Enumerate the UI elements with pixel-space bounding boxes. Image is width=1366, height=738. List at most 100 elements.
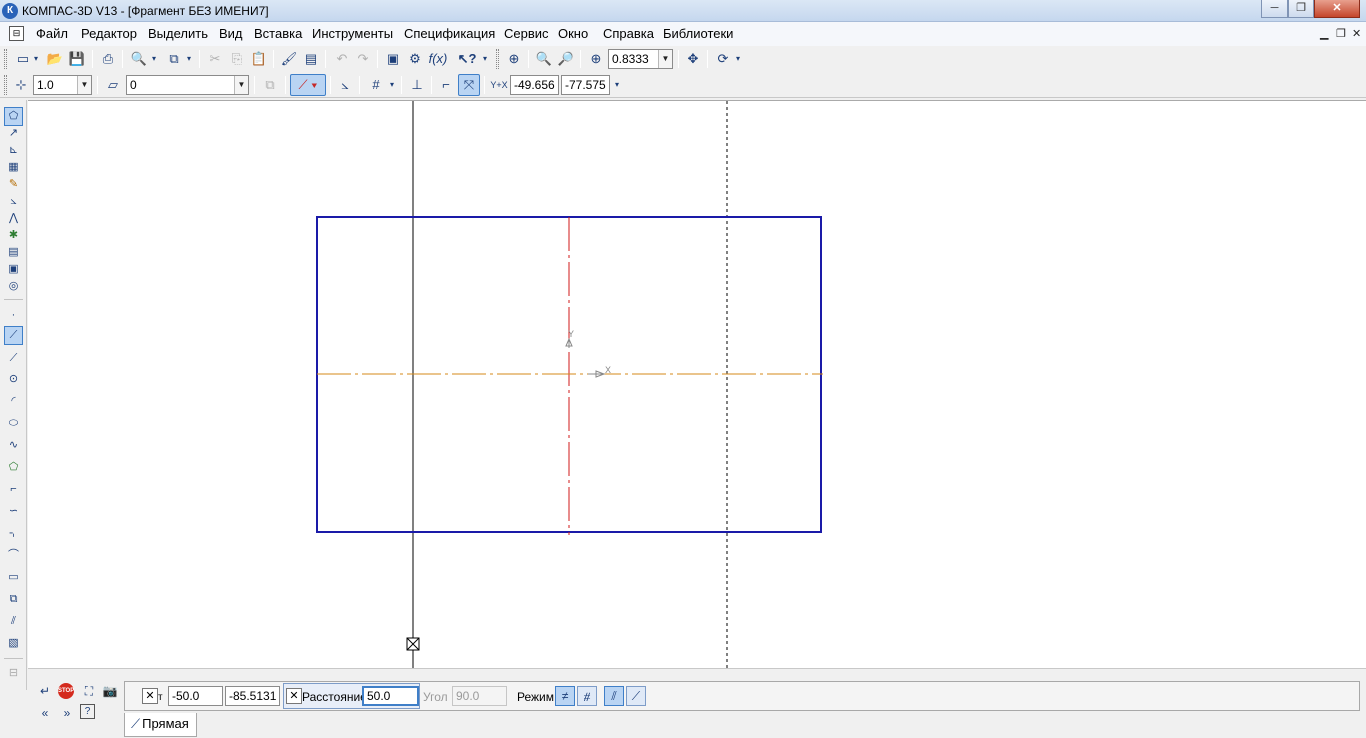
auto-create-icon[interactable]: ⛶ [80,682,98,700]
cursor-x-field[interactable]: -49.656 [510,75,559,95]
menu-libraries[interactable]: Библиотеки [663,26,733,41]
menu-window[interactable]: Окно [558,26,588,41]
close-button[interactable]: ✕ [1314,0,1360,18]
frame-icon[interactable]: ▭ [4,568,23,587]
save-icon[interactable]: 💾 [66,48,88,70]
layout-icon[interactable]: ⧉ [163,48,185,70]
new-dropdown-icon[interactable]: ▾ [30,48,42,70]
angle-field[interactable]: 90.0 [452,686,507,706]
variables-icon[interactable]: f(x) [425,48,451,70]
rectangle-icon[interactable]: ⌐ [4,480,23,499]
menu-insert[interactable]: Вставка [254,26,302,41]
mode-parallel-icon[interactable]: ⫽ [604,686,624,706]
menu-view[interactable]: Вид [219,26,243,41]
mdi-minimize-button[interactable]: ▁ [1320,27,1328,40]
refresh-view-icon[interactable]: ⟳ [712,48,734,70]
menu-tools[interactable]: Инструменты [312,26,393,41]
pan-icon[interactable]: ✥ [682,48,704,70]
step-combo[interactable]: 1.0 ▼ [33,75,92,95]
library-manager-icon[interactable]: ⚙ [404,48,426,70]
circle-icon[interactable]: ⊙ [4,370,23,389]
menu-file[interactable]: Файл [36,26,68,41]
chevron-down-icon[interactable]: ▼ [77,76,91,94]
point-x-field[interactable]: -50.0 [168,686,223,706]
arc-icon[interactable]: ◜ [4,392,23,411]
layer-combo[interactable]: 0 ▼ [126,75,249,95]
chevron-down-icon[interactable]: ▼ [658,50,672,68]
format-painter-icon[interactable]: 🖌 [278,48,300,70]
refresh-dropdown-icon[interactable]: ▾ [732,48,744,70]
aux-line-icon[interactable]: ⟋ [4,326,23,345]
cursor-step-icon[interactable]: ⊹ [10,74,32,96]
next-object-icon[interactable]: » [58,704,76,722]
ortho-icon[interactable]: ⦣ [334,74,356,96]
menu-help[interactable]: Справка [603,26,654,41]
help-icon[interactable]: ? [80,704,95,719]
menu-service[interactable]: Сервис [504,26,549,41]
tab-line[interactable]: ⟋ Прямая [124,713,197,737]
minimize-button[interactable]: ─ [1261,0,1288,18]
preview-dropdown-icon[interactable]: ▾ [148,48,160,70]
menu-select[interactable]: Выделить [148,26,208,41]
polyline-icon[interactable]: ⬠ [4,458,23,477]
point-lock-icon[interactable]: ✕ [142,688,158,704]
toolbar-overflow-icon[interactable]: ▾ [480,48,490,70]
snapshot-icon[interactable]: 📷 [101,682,119,700]
print-icon[interactable]: ⎙ [97,48,119,70]
coordinates-icon[interactable]: Y+X [488,74,510,96]
document-icon[interactable]: ⊟ [9,26,24,41]
preview-icon[interactable]: 🔍 [128,48,150,70]
mdi-restore-button[interactable]: ❐ [1336,27,1346,40]
point-y-field[interactable]: -85.5131 [225,686,280,706]
cut-icon[interactable]: ✂ [204,48,226,70]
manager-icon[interactable]: ▣ [382,48,404,70]
ortho-mode-icon[interactable]: ⌐ [435,74,457,96]
zoom-in-icon[interactable]: 🔍 [533,48,555,70]
drawing-svg[interactable]: Y X [28,101,1366,669]
segment-icon[interactable]: ⟋ [4,349,23,368]
phantom-cursor-icon[interactable] [406,637,420,651]
maximize-button[interactable]: ❐ [1288,0,1314,18]
mode-single-icon[interactable]: ⟋ [626,686,646,706]
cursor-y-field[interactable]: -77.575 [561,75,610,95]
snap-icon[interactable]: ⟋ ▾ [290,74,326,96]
paste-icon[interactable]: 📋 [248,48,270,70]
hatch-icon[interactable]: ⫽ [4,612,23,631]
chamfer-icon[interactable]: ⌍ [4,524,23,543]
round-icon[interactable]: ⤧ [458,74,480,96]
menu-specification[interactable]: Спецификация [404,26,495,41]
chevron-down-icon[interactable]: ▼ [234,76,248,94]
mode-one-line-icon[interactable]: ≠ [555,686,575,706]
toolbar-overflow-icon[interactable]: ▾ [612,74,622,96]
drawing-canvas[interactable]: Y X [28,100,1366,669]
curve-icon[interactable]: ∽ [4,502,23,521]
distance-field[interactable]: 50.0 [362,686,419,706]
mdi-close-button[interactable]: ✕ [1352,27,1361,40]
toolbar-grip[interactable] [4,49,7,69]
toolbar-grip[interactable] [496,49,499,69]
help-pointer-icon[interactable]: ↖? [456,48,478,70]
fill-icon[interactable]: ▧ [4,634,23,653]
undo-icon[interactable]: ↶ [331,48,353,70]
toolbar-grip[interactable] [4,75,7,95]
mode-two-lines-icon[interactable]: ⧣ [577,686,597,706]
redo-icon[interactable]: ↷ [352,48,374,70]
prev-object-icon[interactable]: « [36,704,54,722]
zoom-scale-icon[interactable]: ⊕ [585,48,607,70]
distance-lock-icon[interactable]: ✕ [286,688,302,704]
stop-icon[interactable]: STOP [58,683,74,699]
open-icon[interactable]: 📂 [44,48,66,70]
grid-dropdown-icon[interactable]: ▾ [386,74,398,96]
fillet-icon[interactable]: ⌒ [4,546,23,565]
menu-editor[interactable]: Редактор [81,26,137,41]
layers-icon[interactable]: ▱ [102,74,124,96]
layout-dropdown-icon[interactable]: ▾ [183,48,195,70]
zoom-out-icon[interactable]: 🔎 [555,48,577,70]
point-icon[interactable]: · [4,306,23,325]
spline-icon[interactable]: ∿ [4,436,23,455]
fragment-lib-icon[interactable]: ◎ [4,277,23,296]
grid-icon[interactable]: # [365,74,387,96]
contour-icon[interactable]: ⧉ [4,590,23,609]
zoom-frame-icon[interactable]: ⊕ [503,48,525,70]
properties-icon[interactable]: ▤ [300,48,322,70]
